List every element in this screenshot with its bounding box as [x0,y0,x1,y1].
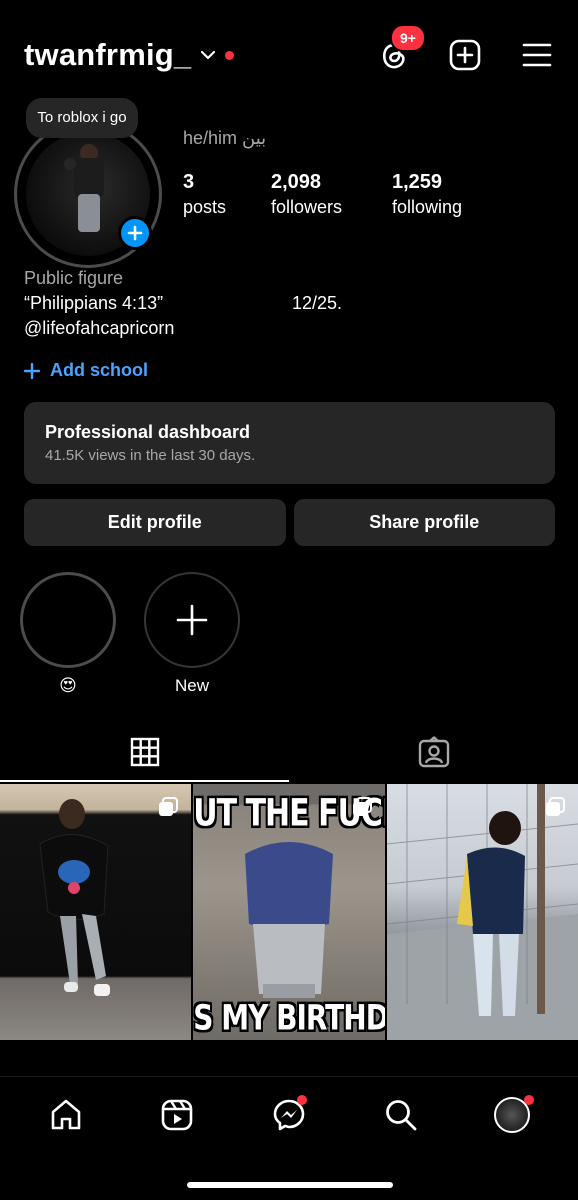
post-thumbnail[interactable] [386,784,578,1040]
edit-profile-button[interactable]: Edit profile [24,499,286,546]
nav-search[interactable] [371,1093,431,1137]
hamburger-menu-icon [522,43,552,67]
home-indicator[interactable] [187,1182,393,1188]
notification-dot [296,1095,307,1105]
stat-posts[interactable]: 3 posts [183,170,271,220]
posts-grid: UT THE FUCK U S MY BIRTHDAY [0,784,578,1040]
profile-stats: 3 posts 2,098 followers 1,259 following [183,170,492,220]
multiple-posts-icon [545,797,565,816]
highlight-item[interactable]: 😍 [20,572,116,696]
menu-button[interactable] [520,38,554,72]
note-bubble[interactable]: To roblox i go [26,98,138,138]
dashboard-title: Professional dashboard [45,422,251,442]
profile-tabs [0,722,578,782]
threads-badge: 9+ [390,24,426,52]
meme-bottom-text: S MY BIRTHDAY [193,996,385,1039]
stat-label: following [392,197,463,217]
new-highlight-circle [144,572,240,668]
plus-icon [176,604,208,636]
nav-messages[interactable] [259,1093,319,1137]
post-thumbnail[interactable]: UT THE FUCK U S MY BIRTHDAY [193,784,385,1040]
pronouns: he/him بين [183,128,267,148]
stat-label: posts [183,197,227,217]
stat-number: 2,098 [271,171,322,193]
home-icon [51,1099,81,1130]
bottom-navigation [0,1076,578,1200]
stat-following[interactable]: 1,259 following [392,170,492,220]
tab-grid[interactable] [0,722,289,782]
highlight-label: New [174,676,209,695]
stat-number: 3 [183,171,195,193]
tab-tagged[interactable] [289,722,578,782]
profile-actions: Edit profile Share profile [24,499,555,546]
person-photo-illustration [39,799,110,996]
nav-profile[interactable] [482,1093,542,1137]
grid-icon [130,737,159,767]
add-post-icon [449,39,481,71]
notification-dot [524,1095,535,1105]
note-bubble-tail [64,158,76,170]
plus-icon [24,362,40,379]
bio: Public figure “Philippians 4:13” 12/25. … [24,266,554,341]
create-button[interactable] [448,38,482,72]
plus-icon [127,225,143,241]
tagged-icon [418,736,449,768]
person-photo-illustration [386,784,578,1040]
add-school-label: Add school [50,360,148,380]
stat-followers[interactable]: 2,098 followers [271,170,392,220]
share-profile-button[interactable]: Share profile [293,499,555,546]
stat-label: followers [271,197,343,217]
avatar-figure-legs [78,194,100,232]
top-header: twanfrmig_ 9+ [24,24,554,80]
bio-line: “Philippians 4:13” [24,291,554,316]
bio-quote: “Philippians 4:13” [24,293,164,313]
add-story-button[interactable] [118,216,152,250]
notification-dot [225,50,235,60]
multiple-posts-icon [159,797,179,816]
professional-dashboard[interactable]: Professional dashboard 41.5K views in th… [24,402,555,484]
new-highlight[interactable]: New [144,572,240,696]
account-switcher[interactable]: twanfrmig_ [24,37,235,73]
chevron-down-icon[interactable] [201,47,216,65]
profile-category: Public figure [24,268,124,288]
highlight-label: 😍 [59,676,77,695]
stat-number: 1,259 [392,171,443,193]
reels-icon [162,1099,193,1131]
threads-button[interactable]: 9+ [376,24,426,72]
avatar-figure-body [74,158,104,198]
search-icon [385,1100,416,1131]
multiple-posts-icon [352,797,372,816]
post-thumbnail[interactable] [0,784,192,1040]
story-highlights: 😍 New [20,572,240,696]
add-school-link[interactable]: Add school [24,360,148,381]
username[interactable]: twanfrmig_ [24,37,191,73]
nav-home[interactable] [36,1093,96,1137]
highlight-cover [20,572,116,668]
bio-date: 12/25. [292,293,343,313]
dashboard-subtitle: 41.5K views in the last 30 days. [45,447,256,464]
nav-reels[interactable] [147,1093,207,1137]
bio-handle-link[interactable]: @lifeofahcapricorn [24,316,554,341]
